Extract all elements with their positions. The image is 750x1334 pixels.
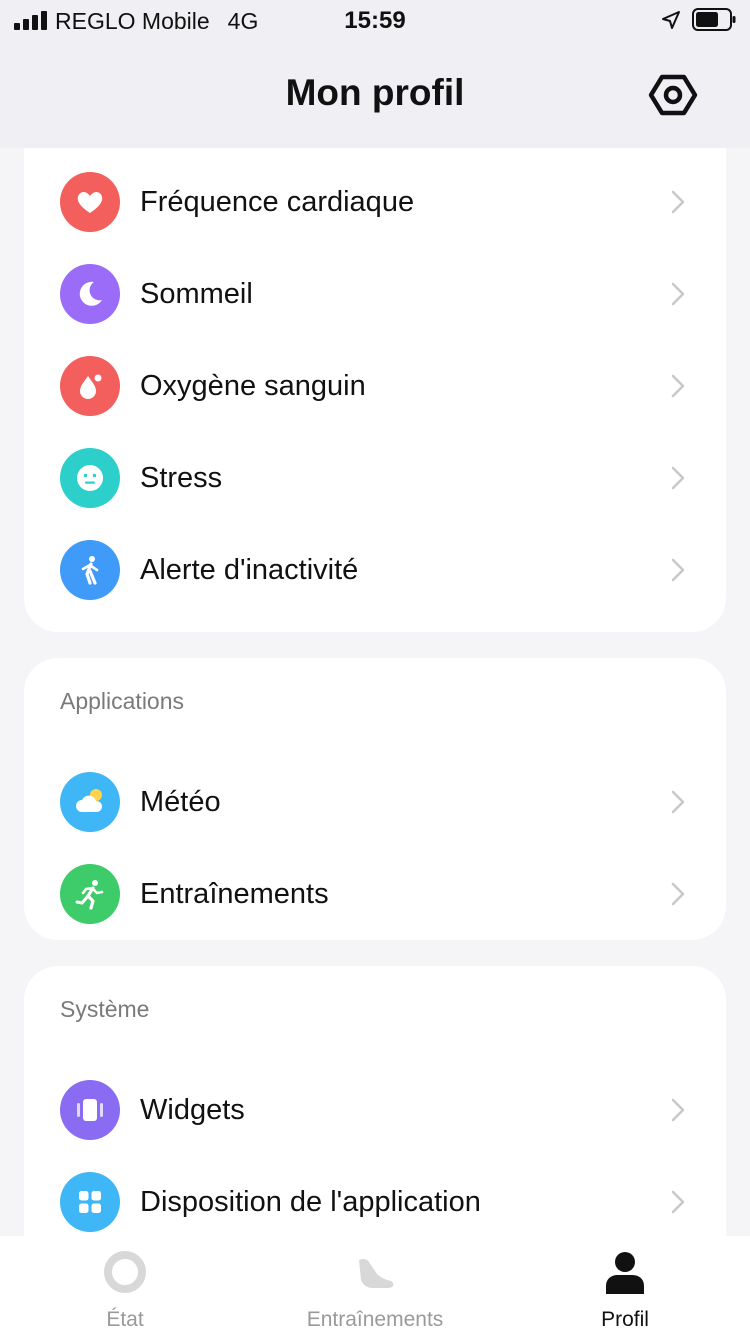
tab-label: État [106, 1308, 144, 1331]
menu-item-label: Alerte d'inactivité [140, 554, 359, 586]
menu-item-label: Widgets [140, 1094, 245, 1126]
chevron-right-icon [671, 282, 685, 306]
menu-item-label: Stress [140, 462, 223, 494]
battery-icon [692, 8, 736, 31]
navigation-bar: Mon profil [0, 42, 750, 148]
carrier-name: REGLO Mobile [55, 8, 210, 34]
section-title-system: Système [60, 996, 150, 1022]
tab-bar: État Entraînements Profil [0, 1236, 750, 1334]
moon-icon [60, 264, 120, 324]
blood-drop-icon [60, 356, 120, 416]
person-walk-icon [60, 540, 120, 600]
shoe-icon [359, 1258, 394, 1288]
menu-item-label: Disposition de l'application [140, 1186, 481, 1218]
menu-item-sleep[interactable]: Sommeil [24, 248, 726, 340]
menu-item-app-layout[interactable]: Disposition de l'application [24, 1156, 726, 1236]
chevron-right-icon [671, 1190, 685, 1214]
chevron-right-icon [671, 1098, 685, 1122]
tab-workouts[interactable]: Entraînements [250, 1236, 500, 1334]
tab-status[interactable]: État [0, 1236, 250, 1334]
menu-item-inactivity-alert[interactable]: Alerte d'inactivité [24, 524, 726, 616]
grid-icon [60, 1172, 120, 1232]
menu-item-label: Entraînements [140, 878, 329, 910]
menu-item-label: Fréquence cardiaque [140, 186, 415, 218]
menu-item-workouts[interactable]: Entraînements [24, 848, 726, 940]
heart-icon [60, 172, 120, 232]
widgets-icon [60, 1080, 120, 1140]
face-icon [60, 448, 120, 508]
menu-item-blood-oxygen[interactable]: Oxygène sanguin [24, 340, 726, 432]
menu-item-widgets[interactable]: Widgets [24, 1064, 726, 1156]
page-title: Mon profil [285, 72, 465, 113]
chevron-right-icon [671, 466, 685, 490]
menu-item-heart-rate[interactable]: Fréquence cardiaque [24, 156, 726, 248]
menu-item-label: Sommeil [140, 278, 253, 310]
network-type: 4G [227, 8, 259, 34]
chevron-right-icon [671, 374, 685, 398]
tab-profile[interactable]: Profil [500, 1236, 750, 1334]
applications-card: Applications Météo Entraînements [24, 658, 726, 940]
menu-item-stress[interactable]: Stress [24, 432, 726, 524]
chevron-right-icon [671, 882, 685, 906]
chevron-right-icon [671, 190, 685, 214]
weather-icon [60, 772, 120, 832]
ring-icon [104, 1251, 146, 1293]
menu-item-weather[interactable]: Météo [24, 756, 726, 848]
chevron-right-icon [671, 558, 685, 582]
signal-strength-icon [14, 11, 48, 30]
settings-hexagon-icon[interactable] [648, 70, 698, 120]
section-title-applications: Applications [60, 688, 185, 714]
health-card: Fréquence cardiaque Sommeil Oxygène sang… [24, 148, 726, 632]
carrier-info: REGLO Mobile 4G [55, 8, 258, 35]
location-arrow-icon [662, 11, 680, 29]
profile-content[interactable]: Fréquence cardiaque Sommeil Oxygène sang… [0, 148, 750, 1236]
menu-item-label: Oxygène sanguin [140, 370, 366, 402]
status-bar: REGLO Mobile 4G 15:59 [0, 0, 750, 42]
menu-item-label: Météo [140, 786, 221, 818]
tab-label: Entraînements [306, 1308, 444, 1331]
person-icon [606, 1252, 644, 1294]
chevron-right-icon [671, 790, 685, 814]
system-card: Système Widgets Disposition de l'applica… [24, 966, 726, 1236]
tab-label: Profil [601, 1308, 649, 1331]
runner-icon [60, 864, 120, 924]
